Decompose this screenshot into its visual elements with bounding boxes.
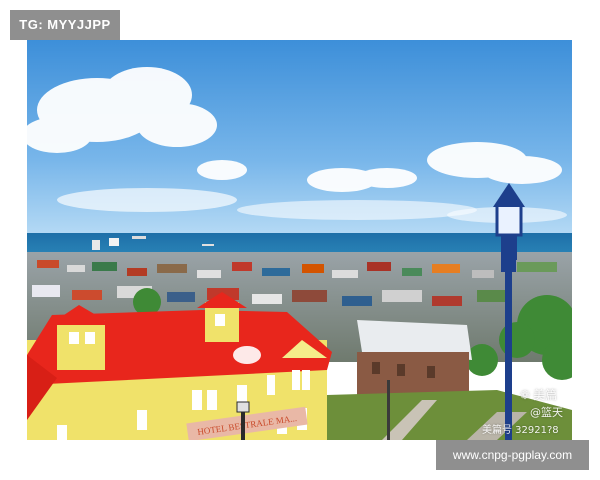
brand-logo-icon: ❁: [520, 388, 531, 402]
hotel-logo-icon: [233, 346, 261, 364]
hotel-building: HOTEL BESTRALE MA...: [27, 292, 332, 440]
tag-label: TG: MYYJJPP: [10, 10, 120, 40]
watermark-id: 美篇号 32921?8: [482, 425, 559, 436]
brick-building: [357, 320, 472, 397]
city-harbor-photo: HOTEL BESTRALE MA...: [27, 40, 572, 440]
watermark-brand: ❁ 美篇: [520, 386, 557, 403]
watermark-author: @篮天: [530, 406, 563, 419]
photo-scene: HOTEL BESTRALE MA...: [27, 40, 572, 440]
footer-url-label: www.cnpg-pgplay.com: [436, 440, 589, 470]
watermark-brand-text: 美篇: [533, 388, 558, 402]
